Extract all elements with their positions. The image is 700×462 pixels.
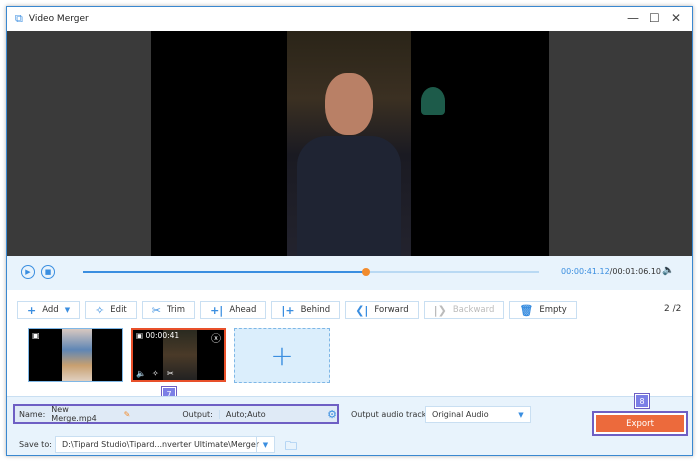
save-path-value: D:\Tipard Studio\Tipard...nverter Ultima… xyxy=(62,440,260,449)
export-button[interactable]: Export xyxy=(596,415,684,432)
clip-preview-image xyxy=(62,329,92,381)
name-output-row: Name: New Merge.mp4 ✎ Output: Auto;Auto … xyxy=(13,404,339,424)
remove-clip-icon[interactable]: ⓧ xyxy=(211,330,221,345)
edit-star-icon: ✧ xyxy=(95,303,105,317)
clip-trim-icon[interactable]: ✂ xyxy=(167,369,174,378)
backward-button[interactable]: |❯ Backward xyxy=(423,301,505,319)
output-format-value[interactable]: Auto;Auto xyxy=(218,409,327,419)
playback-controls: ▶ ■ 00:00:41.12/00:01:06.10 🔈 xyxy=(7,256,692,290)
output-panel: Name: New Merge.mp4 ✎ Output: Auto;Auto … xyxy=(7,393,692,458)
toolbar: + Add ▼ ✧ Edit ✂ Trim +| Ahead |+ Behind ❮| For… xyxy=(17,301,577,319)
close-icon[interactable]: ✕ xyxy=(671,11,681,25)
progress-slider[interactable] xyxy=(83,268,539,276)
window-title: Video Merger xyxy=(28,14,89,24)
backward-icon: |❯ xyxy=(433,303,447,317)
behind-icon: |+ xyxy=(281,303,295,317)
trim-button[interactable]: ✂ Trim xyxy=(141,301,196,319)
save-path-select[interactable]: D:\Tipard Studio\Tipard...nverter Ultima… xyxy=(55,436,275,453)
video-person xyxy=(287,31,411,256)
volume-icon[interactable]: 🔈 xyxy=(662,265,674,276)
add-button[interactable]: + Add ▼ xyxy=(17,301,81,319)
clip-thumbnail[interactable]: ▣ xyxy=(28,328,123,382)
film-icon: ▣ 00:00:41 xyxy=(136,331,180,340)
clip-edit-icon[interactable]: ✧ xyxy=(152,369,159,378)
title-bar: ⧉ Video Merger — ☐ ✕ xyxy=(7,7,692,31)
ahead-label: Ahead xyxy=(229,305,257,315)
video-preview xyxy=(7,31,692,256)
progress-handle[interactable] xyxy=(361,268,370,276)
chevron-down-icon[interactable]: ▼ xyxy=(65,306,70,314)
gear-icon[interactable]: ⚙ xyxy=(327,408,337,421)
behind-button[interactable]: |+ Behind xyxy=(271,301,341,319)
ahead-icon: +| xyxy=(210,303,224,317)
minimize-icon[interactable]: — xyxy=(627,11,639,25)
backward-label: Backward xyxy=(452,305,495,315)
behind-label: Behind xyxy=(300,305,331,315)
forward-label: Forward xyxy=(374,305,409,315)
forward-icon: ❮| xyxy=(355,303,369,317)
audio-track-value: Original Audio xyxy=(432,410,489,419)
stop-button[interactable]: ■ xyxy=(41,265,55,279)
add-clip-slot[interactable]: + xyxy=(234,328,330,383)
folder-icon[interactable]: 🗀 xyxy=(285,437,297,458)
chevron-down-icon: ▼ xyxy=(518,410,524,419)
rename-pencil-icon[interactable]: ✎ xyxy=(124,410,131,419)
name-label: Name: xyxy=(19,409,46,419)
current-time: 00:00:41.12 xyxy=(561,267,610,276)
total-time: /00:01:06.10 xyxy=(609,267,662,276)
callout-badge-8: 8 xyxy=(634,393,650,409)
video-frame xyxy=(151,31,549,256)
app-logo-icon: ⧉ xyxy=(15,12,23,25)
audio-track-label: Output audio track: xyxy=(351,410,430,419)
clip-duration: 00:00:41 xyxy=(145,331,180,340)
ahead-button[interactable]: +| Ahead xyxy=(200,301,267,319)
add-label: Add xyxy=(42,305,59,315)
trash-icon: 🗑 xyxy=(519,303,534,317)
lamp-decor xyxy=(421,87,445,115)
progress-fill xyxy=(83,271,366,273)
plus-icon: + xyxy=(270,339,294,372)
trim-label: Trim xyxy=(166,305,186,315)
maximize-icon[interactable]: ☐ xyxy=(649,11,660,25)
plus-icon: + xyxy=(27,303,37,317)
output-label: Output: xyxy=(182,409,213,419)
empty-button[interactable]: 🗑 Empty xyxy=(509,301,577,319)
audio-track-select[interactable]: Original Audio ▼ xyxy=(425,406,531,423)
name-field[interactable]: New Merge.mp4 xyxy=(51,405,115,423)
clip-thumbnail-selected[interactable]: ▣ 00:00:41 ⓧ 🔈 ✧ ✂ xyxy=(131,328,226,382)
page-indicator: 2 /2 xyxy=(664,304,682,314)
play-button[interactable]: ▶ xyxy=(21,265,35,279)
video-merger-window: ⧉ Video Merger — ☐ ✕ ▶ ■ 00:00:41.12/00:… xyxy=(6,6,693,456)
time-readout: 00:00:41.12/00:01:06.10 xyxy=(561,267,661,276)
edit-label: Edit xyxy=(110,305,127,315)
scissors-icon: ✂ xyxy=(151,303,161,317)
forward-button[interactable]: ❮| Forward xyxy=(345,301,419,319)
chevron-down-icon: ▼ xyxy=(256,437,274,452)
empty-label: Empty xyxy=(539,305,567,315)
edit-button[interactable]: ✧ Edit xyxy=(85,301,137,319)
export-highlight: Export xyxy=(592,411,688,436)
film-icon: ▣ xyxy=(32,331,40,340)
clip-audio-icon[interactable]: 🔈 xyxy=(136,369,146,378)
save-to-label: Save to: xyxy=(19,440,52,449)
